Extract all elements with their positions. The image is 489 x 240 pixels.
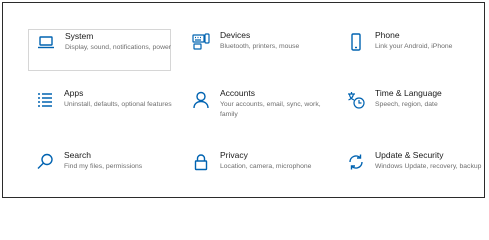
person-icon — [191, 90, 211, 110]
tile-title: Phone — [375, 30, 400, 40]
tile-phone[interactable]: Phone Link your Android, iPhone — [339, 29, 482, 71]
laptop-icon — [36, 33, 56, 53]
tile-title: Search — [64, 150, 91, 160]
tile-title: Time & Language — [375, 88, 442, 98]
tile-description: Windows Update, recovery, backup — [375, 163, 482, 170]
tile-system[interactable]: System Display, sound, notifications, po… — [28, 29, 171, 71]
tile-description: Display, sound, notifications, power — [65, 44, 172, 51]
tile-description: Your accounts, email, sync, work, family — [220, 101, 321, 118]
tile-title: Apps — [64, 88, 84, 98]
tile-title: Devices — [220, 30, 251, 40]
search-icon — [35, 152, 55, 172]
keyboard-icon — [191, 32, 211, 52]
tile-description: Uninstall, defaults, optional features — [64, 101, 172, 108]
tile-search[interactable]: Search Find my files, permissions — [28, 149, 171, 191]
sync-arrows-icon — [346, 152, 366, 172]
tile-description: Find my files, permissions — [64, 163, 143, 170]
lock-icon — [191, 152, 211, 172]
tile-update-security[interactable]: Update & Security Windows Update, recove… — [339, 149, 482, 191]
time-language-icon — [346, 90, 366, 110]
tile-time-language[interactable]: Time & Language Speech, region, date — [339, 87, 482, 129]
tile-description: Speech, region, date — [375, 101, 438, 108]
settings-window: System Display, sound, notifications, po… — [2, 2, 485, 198]
tile-privacy[interactable]: Privacy Location, camera, microphone — [184, 149, 327, 191]
tile-accounts[interactable]: Accounts Your accounts, email, sync, wor… — [184, 87, 327, 129]
tile-title: System — [65, 31, 94, 41]
tile-title: Privacy — [220, 150, 248, 160]
tile-description: Link your Android, iPhone — [375, 43, 453, 50]
tile-title: Accounts — [220, 88, 255, 98]
tile-title: Update & Security — [375, 150, 444, 160]
tile-devices[interactable]: Devices Bluetooth, printers, mouse — [184, 29, 327, 71]
apps-list-icon — [35, 90, 55, 110]
phone-icon — [346, 32, 366, 52]
tile-apps[interactable]: Apps Uninstall, defaults, optional featu… — [28, 87, 172, 129]
tile-description: Bluetooth, printers, mouse — [220, 43, 300, 50]
tile-description: Location, camera, microphone — [220, 163, 312, 170]
